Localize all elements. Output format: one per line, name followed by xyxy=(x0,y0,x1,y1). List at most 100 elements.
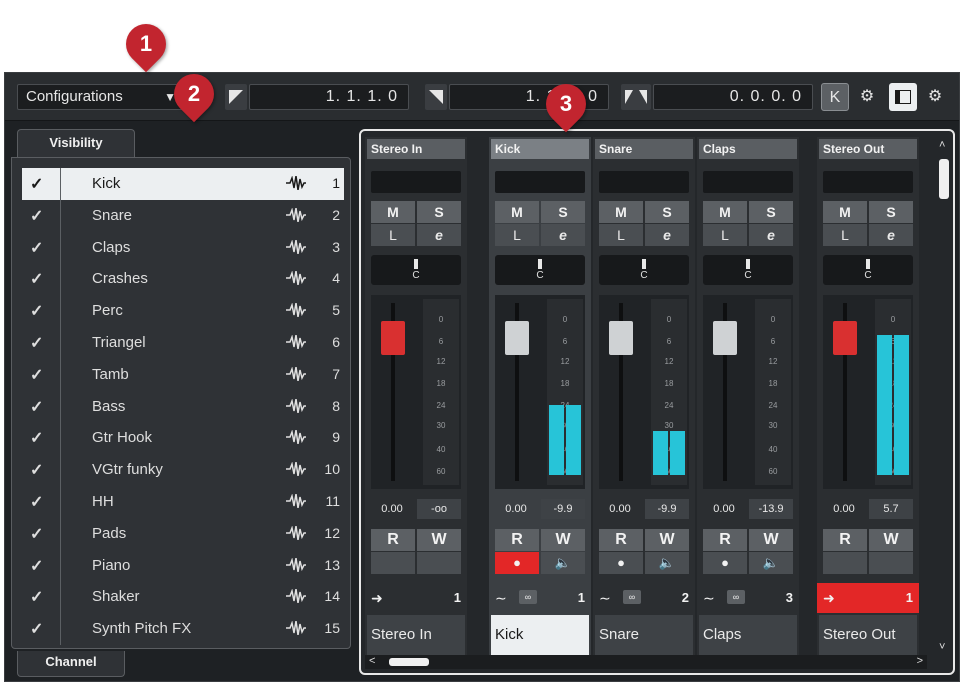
read-button[interactable]: R xyxy=(823,529,867,551)
write-button[interactable]: W xyxy=(541,529,585,551)
channel-label[interactable]: Kick xyxy=(491,615,589,655)
check-icon[interactable]: ✓ xyxy=(30,269,46,289)
channel-name[interactable]: Stereo In xyxy=(367,139,465,159)
channel-routing[interactable]: ∼ ∞ 1 xyxy=(489,583,591,613)
channel-strip[interactable]: Stereo Out M S L e C 0 6 12 18 24 30 40 60 0.00… xyxy=(817,137,919,655)
check-icon[interactable]: ✓ xyxy=(30,238,46,258)
track-row[interactable]: ✓ Claps 3 xyxy=(22,231,344,264)
track-row[interactable]: ✓ Piano 13 xyxy=(22,549,344,582)
track-row[interactable]: ✓ VGtr funky 10 xyxy=(22,454,344,486)
track-row[interactable]: ✓ Synth Pitch FX 15 xyxy=(22,613,344,645)
volume-fader[interactable] xyxy=(833,321,857,355)
solo-button[interactable]: S xyxy=(749,201,793,223)
check-icon[interactable]: ✓ xyxy=(30,556,46,576)
check-icon[interactable]: ✓ xyxy=(30,333,46,353)
pan-control[interactable]: C xyxy=(371,255,461,285)
gear-icon[interactable]: ⚙ xyxy=(853,83,881,111)
write-button[interactable]: W xyxy=(417,529,461,551)
check-icon[interactable]: ✓ xyxy=(30,365,46,385)
check-icon[interactable]: ✓ xyxy=(30,174,46,194)
record-enable-button[interactable]: ● xyxy=(495,552,539,574)
record-enable-button[interactable] xyxy=(823,552,867,574)
write-button[interactable]: W xyxy=(869,529,913,551)
monitor-button[interactable]: 🔈 xyxy=(541,552,585,574)
read-button[interactable]: R xyxy=(495,529,539,551)
channel-label[interactable]: Snare xyxy=(595,615,693,655)
volume-fader[interactable] xyxy=(381,321,405,355)
track-row[interactable]: ✓ Bass 8 xyxy=(22,390,344,423)
left-locator-icon[interactable] xyxy=(225,84,247,110)
volume-value[interactable]: 0.00 xyxy=(495,499,537,519)
pan-control[interactable]: C xyxy=(495,255,585,285)
edit-button[interactable]: e xyxy=(417,224,461,246)
fader-area[interactable]: 0 6 12 18 24 30 40 60 xyxy=(599,295,689,489)
mute-button[interactable]: M xyxy=(371,201,415,223)
listen-button[interactable]: L xyxy=(703,224,747,246)
track-row[interactable]: ✓ Snare 2 xyxy=(22,199,344,232)
monitor-button[interactable]: 🔈 xyxy=(645,552,689,574)
check-icon[interactable]: ✓ xyxy=(30,524,46,544)
listen-button[interactable]: L xyxy=(371,224,415,246)
monitor-button[interactable]: 🔈 xyxy=(749,552,793,574)
volume-value[interactable]: 0.00 xyxy=(371,499,413,519)
track-row[interactable]: ✓ Shaker 14 xyxy=(22,581,344,614)
range-length-field[interactable]: 0. 0. 0. 0 xyxy=(653,84,813,110)
channel-strip[interactable]: Kick M S L e C 0 6 12 18 24 30 40 60 0.00 -9.9 xyxy=(489,137,591,655)
tab-channel[interactable]: Channel xyxy=(17,651,125,677)
record-enable-button[interactable]: ● xyxy=(599,552,643,574)
fader-area[interactable]: 0 6 12 18 24 30 40 60 xyxy=(823,295,913,489)
channel-label[interactable]: Stereo Out xyxy=(819,615,917,655)
mute-button[interactable]: M xyxy=(495,201,539,223)
pan-control[interactable]: C xyxy=(599,255,689,285)
peak-value[interactable]: -oo xyxy=(417,499,461,519)
check-icon[interactable]: ✓ xyxy=(30,619,46,639)
link-icon[interactable]: ∞ xyxy=(519,590,537,604)
channel-strip[interactable]: Claps M S L e C 0 6 12 18 24 30 40 60 0.00 -13.… xyxy=(697,137,799,655)
monitor-button[interactable] xyxy=(869,552,913,574)
scroll-left-icon[interactable]: ˂ xyxy=(369,655,375,667)
track-row[interactable]: ✓ Kick 1 xyxy=(22,168,344,200)
check-icon[interactable]: ✓ xyxy=(30,492,46,512)
fader-area[interactable]: 0 6 12 18 24 30 40 60 xyxy=(495,295,585,489)
solo-button[interactable]: S xyxy=(417,201,461,223)
settings-icon[interactable]: ⚙ xyxy=(921,83,949,111)
tab-visibility[interactable]: Visibility xyxy=(17,129,135,159)
track-row[interactable]: ✓ Perc 5 xyxy=(22,295,344,327)
peak-value[interactable]: -9.9 xyxy=(645,499,689,519)
link-icon[interactable]: ∞ xyxy=(727,590,745,604)
volume-fader[interactable] xyxy=(713,321,737,355)
volume-fader[interactable] xyxy=(505,321,529,355)
check-icon[interactable]: ✓ xyxy=(30,301,46,321)
channel-header-slot[interactable] xyxy=(495,171,585,193)
channel-routing[interactable]: ∼ ∞ 2 xyxy=(593,583,695,613)
channel-label[interactable]: Claps xyxy=(699,615,797,655)
peak-value[interactable]: -13.9 xyxy=(749,499,793,519)
check-icon[interactable]: ✓ xyxy=(30,397,46,417)
scroll-up-icon[interactable]: ˄ xyxy=(939,139,945,151)
channel-name[interactable]: Snare xyxy=(595,139,693,159)
track-row[interactable]: ✓ Triangel 6 xyxy=(22,326,344,359)
peak-value[interactable]: -9.9 xyxy=(541,499,585,519)
edit-button[interactable]: e xyxy=(869,224,913,246)
channel-strip[interactable]: Stereo In M S L e C 0 6 12 18 24 30 40 60 0.00 … xyxy=(365,137,467,655)
channel-strip[interactable]: Snare M S L e C 0 6 12 18 24 30 40 60 0.00 -9.9 xyxy=(593,137,695,655)
channel-label[interactable]: Stereo In xyxy=(367,615,465,655)
track-row[interactable]: ✓ HH 11 xyxy=(22,485,344,518)
solo-button[interactable]: S xyxy=(541,201,585,223)
panel-toggle-icon[interactable] xyxy=(889,83,917,111)
write-button[interactable]: W xyxy=(645,529,689,551)
vertical-scroll-thumb[interactable] xyxy=(939,159,949,199)
track-row[interactable]: ✓ Tamb 7 xyxy=(22,358,344,391)
listen-button[interactable]: L xyxy=(495,224,539,246)
solo-button[interactable]: S xyxy=(645,201,689,223)
input-routing[interactable]: ➜ 1 xyxy=(365,583,467,613)
channel-name[interactable]: Kick xyxy=(491,139,589,159)
vertical-scrollbar[interactable]: ˄ ˅ xyxy=(937,137,951,655)
volume-value[interactable]: 0.00 xyxy=(599,499,641,519)
channel-header-slot[interactable] xyxy=(371,171,461,193)
scroll-right-icon[interactable]: ˃ xyxy=(917,655,923,667)
channel-header-slot[interactable] xyxy=(703,171,793,193)
range-icon[interactable] xyxy=(621,84,651,110)
check-icon[interactable]: ✓ xyxy=(30,587,46,607)
horizontal-scroll-thumb[interactable] xyxy=(389,658,429,666)
